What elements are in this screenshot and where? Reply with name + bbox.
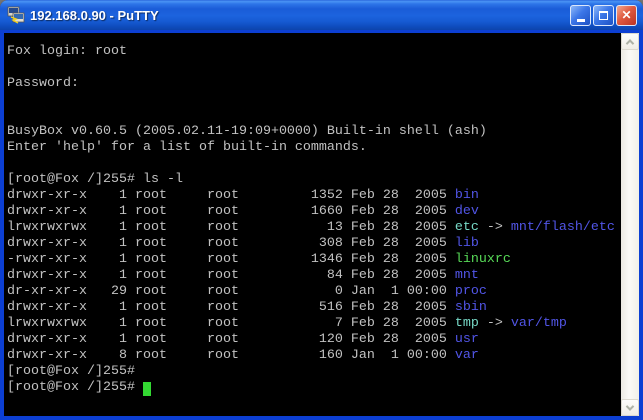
terminal-text: drwxr-xr-x 8 root root 160 Jan 1 00:00 bbox=[7, 348, 455, 363]
close-button[interactable]: ✕ bbox=[616, 5, 637, 26]
terminal-text: -rwxr-xr-x 1 root root 1346 Feb 28 2005 bbox=[7, 252, 455, 267]
scrollbar-up-button[interactable] bbox=[621, 33, 639, 50]
terminal-line bbox=[7, 92, 639, 108]
terminal-text: drwxr-xr-x 1 root root 1352 Feb 28 2005 bbox=[7, 188, 455, 203]
terminal-line: [root@Fox /]255# bbox=[7, 364, 639, 380]
terminal-output: Fox login: root Password: BusyBox v0.60.… bbox=[4, 33, 639, 396]
file-name: dev bbox=[455, 204, 479, 219]
file-name: lib bbox=[455, 236, 479, 251]
terminal-line: drwxr-xr-x 1 root root 120 Feb 28 2005 u… bbox=[7, 332, 639, 348]
file-name: etc bbox=[455, 220, 479, 235]
terminal-text: drwxr-xr-x 1 root root 1660 Feb 28 2005 bbox=[7, 204, 455, 219]
scrollbar-down-button[interactable] bbox=[621, 399, 639, 416]
terminal-cursor bbox=[143, 382, 151, 396]
terminal-line bbox=[7, 156, 639, 172]
terminal-line: drwxr-xr-x 1 root root 1352 Feb 28 2005 … bbox=[7, 188, 639, 204]
maximize-icon bbox=[599, 11, 608, 20]
window-controls: ✕ bbox=[570, 5, 637, 26]
terminal-text: -> bbox=[479, 316, 511, 331]
terminal-text: Enter 'help' for a list of built-in comm… bbox=[7, 140, 367, 155]
file-name: usr bbox=[455, 332, 479, 347]
maximize-button[interactable] bbox=[593, 5, 614, 26]
window-title: 192.168.0.90 - PuTTY bbox=[30, 8, 570, 23]
scrollbar-track[interactable] bbox=[621, 50, 639, 399]
terminal-text: dr-xr-xr-x 29 root root 0 Jan 1 00:00 bbox=[7, 284, 455, 299]
terminal-line: lrwxrwxrwx 1 root root 13 Feb 28 2005 et… bbox=[7, 220, 639, 236]
terminal-text: [root@Fox /]255# bbox=[7, 380, 143, 395]
terminal-text: drwxr-xr-x 1 root root 120 Feb 28 2005 bbox=[7, 332, 455, 347]
terminal-text: Fox login: root bbox=[7, 44, 127, 59]
terminal-line bbox=[7, 60, 639, 76]
chevron-down-icon bbox=[626, 402, 634, 410]
file-name: linuxrc bbox=[455, 252, 511, 267]
terminal-line: BusyBox v0.60.5 (2005.02.11-19:09+0000) … bbox=[7, 124, 639, 140]
chevron-up-icon bbox=[626, 39, 634, 47]
terminal-line: dr-xr-xr-x 29 root root 0 Jan 1 00:00 pr… bbox=[7, 284, 639, 300]
file-name: bin bbox=[455, 188, 479, 203]
terminal-line: Fox login: root bbox=[7, 44, 639, 60]
file-name: var bbox=[455, 348, 479, 363]
terminal-area[interactable]: Fox login: root Password: BusyBox v0.60.… bbox=[4, 33, 639, 416]
terminal-text: drwxr-xr-x 1 root root 84 Feb 28 2005 bbox=[7, 268, 455, 283]
terminal-text: -> bbox=[479, 220, 511, 235]
file-name: sbin bbox=[455, 300, 487, 315]
terminal-line: Enter 'help' for a list of built-in comm… bbox=[7, 140, 639, 156]
terminal-line: drwxr-xr-x 8 root root 160 Jan 1 00:00 v… bbox=[7, 348, 639, 364]
terminal-line: drwxr-xr-x 1 root root 1660 Feb 28 2005 … bbox=[7, 204, 639, 220]
file-name: mnt/flash/etc bbox=[511, 220, 615, 235]
terminal-line: drwxr-xr-x 1 root root 308 Feb 28 2005 l… bbox=[7, 236, 639, 252]
terminal-line bbox=[7, 108, 639, 124]
putty-window: 192.168.0.90 - PuTTY ✕ Fox login: root P… bbox=[0, 0, 643, 420]
terminal-line: Password: bbox=[7, 76, 639, 92]
putty-app-icon bbox=[7, 6, 25, 24]
terminal-line: [root@Fox /]255# bbox=[7, 380, 639, 396]
file-name: tmp bbox=[455, 316, 479, 331]
minimize-icon bbox=[577, 19, 585, 22]
file-name: var/tmp bbox=[511, 316, 567, 331]
terminal-text: Password: bbox=[7, 76, 79, 91]
scrollbar[interactable] bbox=[621, 33, 639, 416]
terminal-text: [root@Fox /]255# bbox=[7, 364, 135, 379]
terminal-line: drwxr-xr-x 1 root root 84 Feb 28 2005 mn… bbox=[7, 268, 639, 284]
terminal-text: drwxr-xr-x 1 root root 308 Feb 28 2005 bbox=[7, 236, 455, 251]
file-name: mnt bbox=[455, 268, 479, 283]
terminal-text: BusyBox v0.60.5 (2005.02.11-19:09+0000) … bbox=[7, 124, 487, 139]
terminal-text: [root@Fox /]255# ls -l bbox=[7, 172, 183, 187]
terminal-text: lrwxrwxrwx 1 root root 7 Feb 28 2005 bbox=[7, 316, 455, 331]
terminal-line: [root@Fox /]255# ls -l bbox=[7, 172, 639, 188]
titlebar[interactable]: 192.168.0.90 - PuTTY ✕ bbox=[0, 0, 643, 30]
terminal-text: lrwxrwxrwx 1 root root 13 Feb 28 2005 bbox=[7, 220, 455, 235]
file-name: proc bbox=[455, 284, 487, 299]
terminal-text: drwxr-xr-x 1 root root 516 Feb 28 2005 bbox=[7, 300, 455, 315]
close-icon: ✕ bbox=[621, 9, 631, 21]
terminal-line: drwxr-xr-x 1 root root 516 Feb 28 2005 s… bbox=[7, 300, 639, 316]
terminal-line: lrwxrwxrwx 1 root root 7 Feb 28 2005 tmp… bbox=[7, 316, 639, 332]
minimize-button[interactable] bbox=[570, 5, 591, 26]
terminal-line: -rwxr-xr-x 1 root root 1346 Feb 28 2005 … bbox=[7, 252, 639, 268]
